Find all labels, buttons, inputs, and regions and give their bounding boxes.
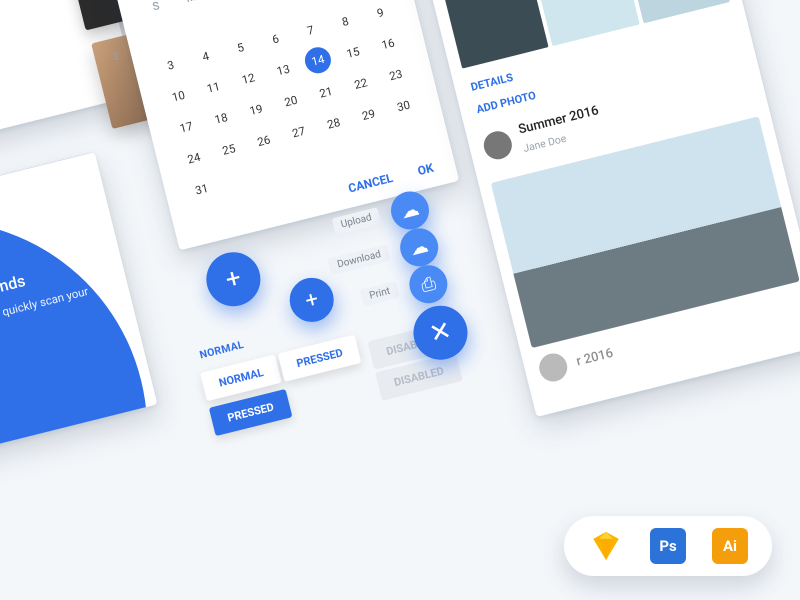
speed-action-download[interactable]: ☁	[396, 224, 442, 270]
calendar-day[interactable]: 3	[150, 47, 192, 83]
album-title-3: r 2016	[575, 345, 615, 369]
calendar-day[interactable]: 13	[262, 52, 304, 88]
calendar-blank	[247, 0, 289, 26]
flat-button-pressed[interactable]: PRESSED	[278, 335, 362, 382]
calendar-day[interactable]: 15	[332, 35, 374, 71]
calendar-day[interactable]: 24	[173, 140, 215, 176]
ok-button[interactable]: OK	[416, 161, 435, 178]
calendar-grid: SMTWTFS123456789101112131415161718192021…	[117, 0, 451, 215]
calendar-day[interactable]: 30	[383, 88, 425, 124]
album-card: SAVE PLAY Rate this album Annie Brwn Ice…	[0, 0, 137, 158]
calendar-day[interactable]: 31	[181, 171, 223, 207]
speed-action-print[interactable]: ⎙	[405, 261, 451, 307]
fab-add-medium[interactable]: +	[285, 273, 338, 326]
printer-icon: ⎙	[419, 272, 438, 296]
calendar-day[interactable]: 14	[302, 45, 334, 77]
calendar-day[interactable]: 29	[348, 97, 390, 133]
calendar-day[interactable]: 20	[270, 83, 312, 119]
speed-label-download: Download	[328, 244, 391, 275]
calendar-day[interactable]: 19	[235, 92, 277, 128]
calendar-day[interactable]: 16	[367, 26, 409, 62]
buttons-section-label: NORMAL	[198, 338, 245, 362]
calendar-day[interactable]: 4	[185, 38, 227, 74]
calendar-day[interactable]: 28	[313, 105, 355, 141]
fab-add-large[interactable]: +	[201, 246, 266, 311]
tool-badges: Ps Ai	[564, 516, 772, 576]
calendar-day[interactable]: 18	[200, 100, 242, 136]
calendar-day[interactable]: 9	[359, 0, 401, 31]
calendar-day[interactable]: 23	[375, 57, 417, 93]
status-bar: ▞ ▲ ▮ 07:53	[0, 152, 100, 228]
cloud-upload-icon: ☁	[399, 198, 422, 223]
avatar	[536, 350, 570, 384]
cloud-download-icon: ☁	[408, 235, 431, 260]
calendar-day[interactable]: 26	[243, 123, 285, 159]
calendar-day[interactable]: 22	[340, 66, 382, 102]
close-icon: ✕	[426, 316, 454, 350]
calendar-dow: S	[136, 0, 176, 21]
calendar-blank	[177, 7, 219, 43]
illustrator-badge: Ai	[712, 528, 748, 564]
calendar-dow: M	[171, 0, 211, 12]
calendar-blank	[142, 16, 184, 52]
calendar-day[interactable]: 21	[305, 74, 347, 110]
calendar-day[interactable]: 25	[208, 132, 250, 168]
calendar-day[interactable]: 17	[165, 109, 207, 145]
sketch-icon	[589, 529, 623, 563]
calendar-blank	[212, 0, 254, 34]
calendar-day[interactable]: 10	[158, 78, 200, 114]
calendar-day[interactable]: 7	[290, 12, 332, 48]
calendar-day[interactable]: 5	[220, 30, 262, 66]
photoshop-badge: Ps	[650, 528, 686, 564]
avatar	[481, 128, 515, 162]
wifi-icon: ▲	[34, 152, 46, 163]
status-time: 07:53	[65, 152, 92, 155]
signal-icon: ▞	[19, 154, 29, 167]
calendar-day[interactable]: 11	[193, 69, 235, 105]
battery-icon: ▮	[52, 152, 60, 158]
cancel-button[interactable]: CANCEL	[347, 171, 395, 196]
speed-label-upload: Upload	[331, 207, 381, 235]
search-tip-panel: ▞ ▲ ▮ 07:53 🔍 Search your compounds Tap …	[0, 152, 157, 479]
calendar-blank	[282, 0, 324, 17]
calendar-day[interactable]: 8	[324, 4, 366, 40]
sketch-badge	[588, 528, 624, 564]
speed-label-print: Print	[360, 281, 400, 306]
calendar-day[interactable]: 6	[255, 21, 297, 57]
calendar-day[interactable]: 27	[278, 114, 320, 150]
album-author-2: Jane Doe	[522, 132, 568, 155]
calendar-day[interactable]: 12	[227, 61, 269, 97]
